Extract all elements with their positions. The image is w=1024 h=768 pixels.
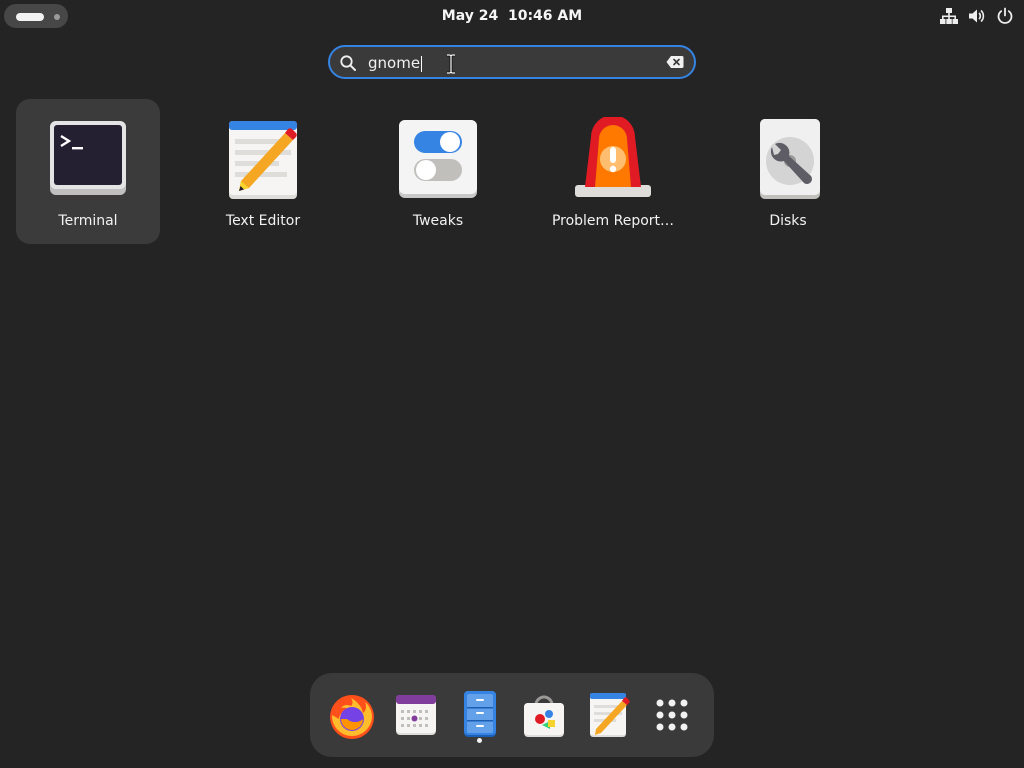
result-label: Tweaks xyxy=(412,213,464,229)
search-query-text: gnome xyxy=(368,54,421,72)
files-icon xyxy=(464,691,496,737)
clock[interactable]: May 24 10:46 AM xyxy=(412,5,612,27)
show-apps-icon xyxy=(656,699,688,731)
text-caret xyxy=(421,55,423,72)
volume-icon xyxy=(969,9,985,23)
calendar-icon xyxy=(396,695,436,735)
system-menu[interactable] xyxy=(940,6,1014,26)
dock-item-show-apps[interactable] xyxy=(646,689,698,741)
result-label: Text Editor xyxy=(225,213,301,229)
running-indicator xyxy=(477,738,482,743)
search-input[interactable]: gnome xyxy=(368,53,423,73)
result-disks[interactable]: Disks xyxy=(716,99,860,244)
result-label: Problem Report… xyxy=(551,213,675,229)
dock-item-firefox[interactable] xyxy=(326,689,378,741)
result-terminal[interactable]: Terminal xyxy=(16,99,160,244)
problem-report-icon xyxy=(575,117,651,197)
network-wired-icon xyxy=(940,8,958,24)
dash xyxy=(310,673,714,757)
software-icon xyxy=(524,695,564,737)
terminal-icon xyxy=(50,121,126,195)
search-results: Terminal Text Editor Tweaks Problem Repo… xyxy=(16,99,916,244)
result-label: Terminal xyxy=(58,213,118,229)
activities-overview: May 24 10:46 AM gnome Terminal Text Edit… xyxy=(0,0,1024,768)
result-tweaks[interactable]: Tweaks xyxy=(366,99,510,244)
disks-icon xyxy=(760,119,820,199)
result-problem-report[interactable]: Problem Report… xyxy=(541,99,685,244)
dock-item-files[interactable] xyxy=(454,689,506,741)
activities-button[interactable] xyxy=(4,4,68,28)
dock-item-calendar[interactable] xyxy=(390,689,442,741)
text-editor-icon xyxy=(229,121,297,199)
top-bar: May 24 10:46 AM xyxy=(0,0,1024,32)
result-text-editor[interactable]: Text Editor xyxy=(191,99,335,244)
workspace-indicator-active xyxy=(16,13,44,21)
result-label: Disks xyxy=(769,213,807,229)
tweaks-icon xyxy=(399,120,477,198)
search-icon xyxy=(340,55,356,71)
firefox-icon xyxy=(330,695,374,739)
clear-icon[interactable] xyxy=(666,55,684,69)
workspace-indicator-dot[interactable] xyxy=(54,14,60,20)
search-entry[interactable]: gnome xyxy=(328,45,696,79)
mouse-ibeam-cursor xyxy=(447,54,455,74)
dock-item-text-editor[interactable] xyxy=(582,689,634,741)
dock-item-software[interactable] xyxy=(518,689,570,741)
text-editor-icon xyxy=(590,693,630,737)
power-icon xyxy=(997,7,1013,24)
